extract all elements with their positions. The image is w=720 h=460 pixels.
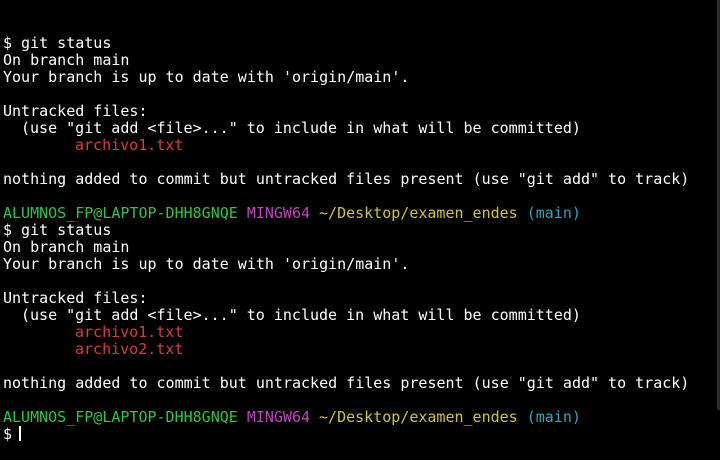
prompt-symbol: $ xyxy=(3,425,13,443)
output-line: nothing added to commit but untracked fi… xyxy=(3,170,690,188)
prompt-path: ~/Desktop/examen_endes xyxy=(319,408,518,426)
command-line: $ git status xyxy=(3,221,112,239)
output-line: Untracked files: xyxy=(3,102,148,120)
output-line: Your branch is up to date with 'origin/m… xyxy=(3,255,410,273)
prompt-branch: (main) xyxy=(526,408,581,426)
terminal-window[interactable]: $ git status On branch main Your branch is… xyxy=(0,0,720,443)
output-line: On branch main xyxy=(3,51,130,69)
terminal-output: $ git status On branch main Your branch is… xyxy=(3,35,720,443)
shell-prompt: ALUMNOS_FP@LAPTOP-DHH8GNQE MINGW64 ~/Deskt… xyxy=(3,205,720,222)
prompt-user-host: ALUMNOS_FP@LAPTOP-DHH8GNQE xyxy=(3,204,238,222)
prompt-branch: (main) xyxy=(526,204,581,222)
prompt-path: ~/Desktop/examen_endes xyxy=(319,204,518,222)
untracked-file: archivo2.txt xyxy=(75,340,184,358)
command-line: $ git status xyxy=(3,34,112,52)
output-line: On branch main xyxy=(3,238,130,256)
untracked-file: archivo1.txt xyxy=(75,323,184,341)
prompt-shell: MINGW64 xyxy=(246,408,311,426)
output-line: Untracked files: xyxy=(3,289,148,307)
output-line: Your branch is up to date with 'origin/m… xyxy=(3,68,410,86)
prompt-shell: MINGW64 xyxy=(246,204,311,222)
output-line: nothing added to commit but untracked fi… xyxy=(3,374,690,392)
input-line[interactable]: $ xyxy=(3,426,720,443)
text-cursor xyxy=(19,426,22,441)
hint-line: (use "git add <file>..." to include in w… xyxy=(21,119,581,137)
untracked-file: archivo1.txt xyxy=(75,136,184,154)
hint-line: (use "git add <file>..." to include in w… xyxy=(21,306,581,324)
prompt-user-host: ALUMNOS_FP@LAPTOP-DHH8GNQE xyxy=(3,408,238,426)
shell-prompt: ALUMNOS_FP@LAPTOP-DHH8GNQE MINGW64 ~/Deskt… xyxy=(3,409,720,426)
